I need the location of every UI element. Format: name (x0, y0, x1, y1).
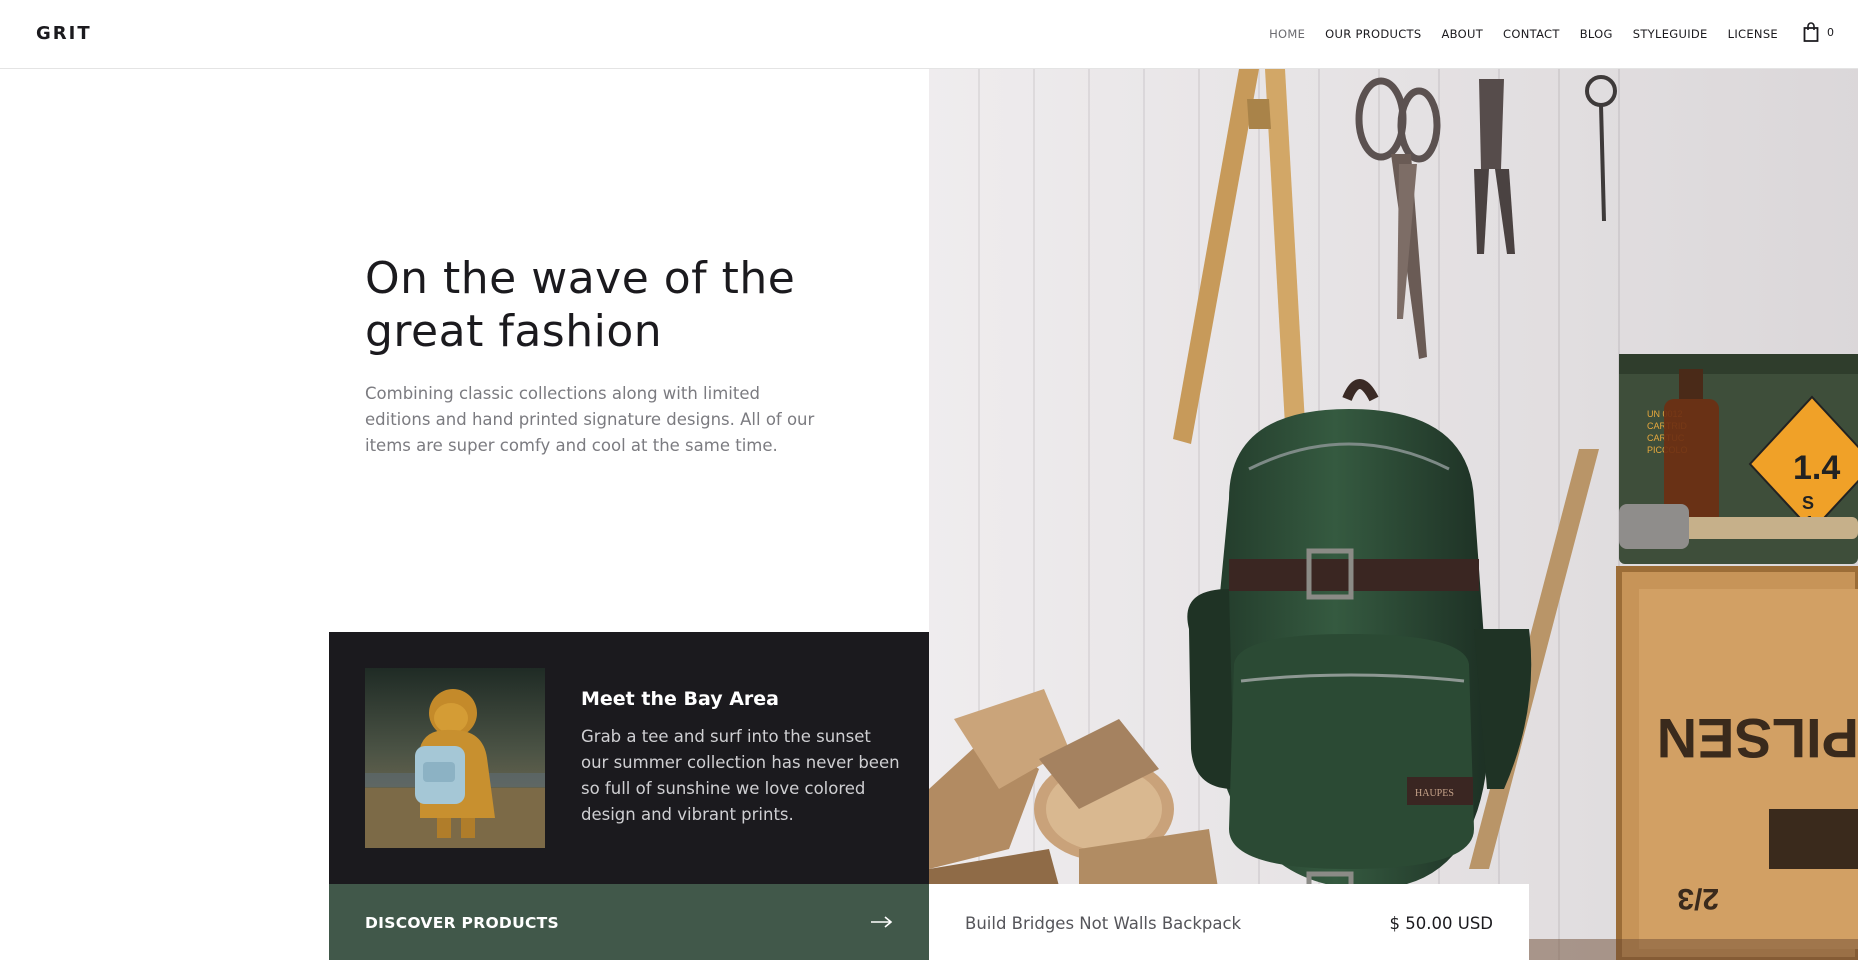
top-navbar: GRIT HOME OUR PRODUCTS ABOUT CONTACT BLO… (0, 0, 1858, 69)
feature-card: Meet the Bay Area Grab a tee and surf in… (329, 632, 929, 884)
cart-button[interactable]: 0 (1803, 22, 1834, 42)
hero-product-image: UN 0012 CARTRID CARTUC PICCOLO 1.4 S 1 P… (929, 69, 1858, 960)
nav-item-license[interactable]: LICENSE (1728, 27, 1778, 41)
nav-item-styleguide[interactable]: STYLEGUIDE (1633, 27, 1708, 41)
product-price: $ 50.00 USD (1389, 914, 1493, 933)
discover-products-label: DISCOVER PRODUCTS (365, 914, 559, 932)
shopping-bag-icon (1803, 22, 1819, 42)
nav-item-contact[interactable]: CONTACT (1503, 27, 1560, 41)
hazard-number: 1.4 (1793, 449, 1840, 487)
feature-text: Grab a tee and surf into the sunset our … (581, 727, 900, 824)
cart-count: 0 (1827, 25, 1834, 39)
product-name[interactable]: Build Bridges Not Walls Backpack (965, 914, 1241, 933)
hero-title-line-1: On the wave of the (365, 253, 796, 304)
arrow-right-icon (871, 916, 893, 928)
nav-item-our-products[interactable]: OUR PRODUCTS (1325, 27, 1421, 41)
crate-word: PILSEN (1657, 707, 1858, 770)
crate-small: 2/3 (1677, 882, 1719, 915)
feature-title: Meet the Bay Area (581, 688, 779, 710)
discover-products-button[interactable]: DISCOVER PRODUCTS (329, 884, 929, 960)
hazard-s: S (1802, 493, 1814, 513)
nav-item-blog[interactable]: BLOG (1580, 27, 1613, 41)
feature-thumbnail (365, 668, 545, 848)
hero-title: On the wave of the great fashion (365, 252, 885, 358)
nav-item-about[interactable]: ABOUT (1441, 27, 1483, 41)
backpack-patch: HAUPES (1415, 788, 1454, 799)
nav-item-home[interactable]: HOME (1269, 27, 1305, 41)
product-info-bar[interactable]: Build Bridges Not Walls Backpack $ 50.00… (929, 884, 1529, 960)
brand-logo[interactable]: GRIT (36, 23, 92, 44)
hero-description: Combining classic collections along with… (365, 384, 815, 455)
hero-title-line-2: great fashion (365, 306, 663, 357)
main-menu: HOME OUR PRODUCTS ABOUT CONTACT BLOG STY… (1249, 0, 1778, 68)
